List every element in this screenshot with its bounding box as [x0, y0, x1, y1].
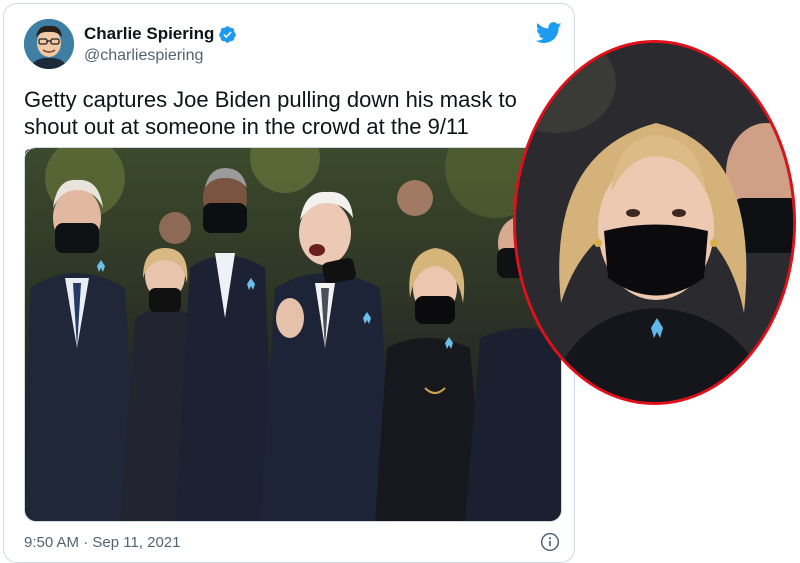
twitter-bird-icon[interactable]: [536, 22, 562, 44]
zoom-inset-circle: [513, 40, 796, 405]
author-name[interactable]: Charlie Spiering: [84, 24, 237, 44]
author-name-text[interactable]: Charlie Spiering: [84, 24, 214, 44]
tweet-timestamp[interactable]: 9:50 AM · Sep 11, 2021: [24, 534, 181, 551]
author-handle[interactable]: @charliespiering: [84, 47, 203, 65]
avatar-portrait: [24, 19, 74, 69]
info-icon[interactable]: [540, 532, 560, 552]
tweet-card: Charlie Spiering @charliespiering Getty …: [3, 3, 575, 563]
author-avatar[interactable]: [24, 19, 74, 69]
ceremony-crowd-photo: [25, 148, 561, 521]
tweet-photo[interactable]: [24, 147, 562, 522]
verified-badge-icon: [219, 25, 237, 43]
zoomed-face-photo: [516, 43, 793, 402]
